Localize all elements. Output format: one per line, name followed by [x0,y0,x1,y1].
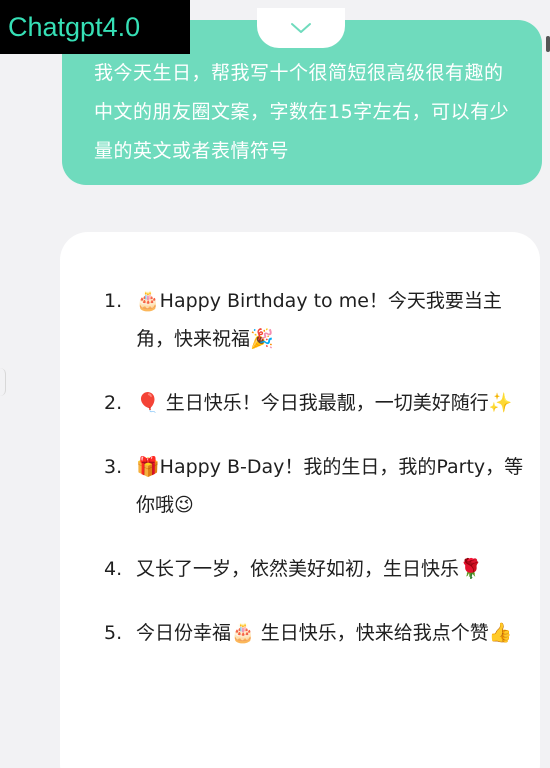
list-item: 5. 今日份幸福🎂 生日快乐，快来给我点个赞👍 [104,614,524,652]
list-item: 4. 又长了一岁，依然美好如初，生日快乐🌹 [104,550,524,588]
list-item: 2. 🎈 生日快乐！今日我最靓，一切美好随行✨ [104,384,524,422]
watermark-label: Chatgpt4.0 [0,0,190,54]
list-item: 3. 🎁Happy B-Day！我的生日，我的Party，等你哦😉 [104,448,524,524]
reply-list: 1. 🎂Happy Birthday to me！今天我要当主角，快来祝福🎉 2… [104,282,524,678]
user-message-text: 我今天生日，帮我写十个很简短很高级很有趣的中文的朋友圈文案，字数在15字左右，可… [94,62,510,162]
item-number: 1. [104,290,123,312]
item-number: 3. [104,456,123,478]
item-text: 🎈 生日快乐！今日我最靓，一切美好随行✨ [136,392,513,414]
collapse-button[interactable] [257,8,345,48]
item-text: 🎂Happy Birthday to me！今天我要当主角，快来祝福🎉 [136,290,502,350]
left-edge-handle[interactable] [0,368,6,396]
chevron-down-icon [291,23,311,33]
item-text: 又长了一岁，依然美好如初，生日快乐🌹 [136,558,483,580]
item-number: 4. [104,558,123,580]
edge-handle [546,36,550,52]
item-text: 🎁Happy B-Day！我的生日，我的Party，等你哦😉 [136,456,524,516]
list-item: 1. 🎂Happy Birthday to me！今天我要当主角，快来祝福🎉 [104,282,524,358]
item-number: 2. [104,392,123,414]
item-text: 今日份幸福🎂 生日快乐，快来给我点个赞👍 [136,622,513,644]
item-number: 5. [104,622,123,644]
